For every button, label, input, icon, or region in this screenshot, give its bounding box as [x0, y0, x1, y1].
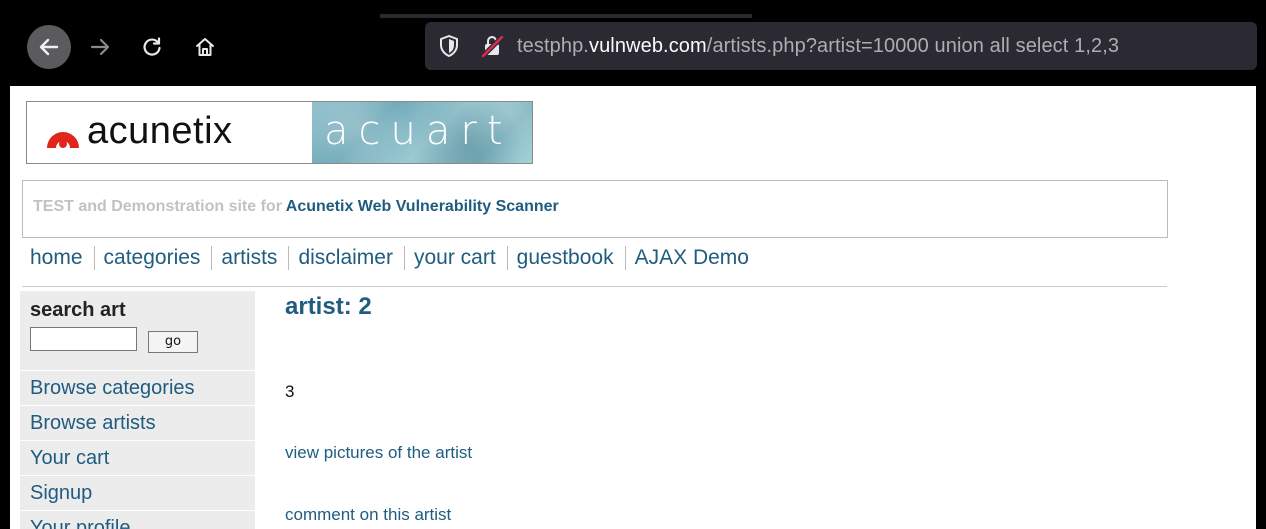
- sidebar-item-signup[interactable]: Signup: [20, 475, 255, 510]
- nav-divider: [506, 246, 508, 270]
- url-path: /artists.php?artist=10000 union all sele…: [706, 35, 1120, 57]
- reload-icon: [143, 37, 161, 56]
- comment-artist-link[interactable]: comment on this artist: [285, 505, 451, 525]
- nav-your-cart[interactable]: your cart: [414, 246, 496, 270]
- site-logo[interactable]: acunetix acuart: [26, 101, 533, 164]
- acunetix-logo: acunetix: [27, 102, 312, 163]
- sidebar-item-browse-categories[interactable]: Browse categories: [20, 370, 255, 405]
- insecure-lock-icon[interactable]: [481, 33, 505, 59]
- url-text[interactable]: testphp.vulnweb.com/artists.php?artist=1…: [517, 33, 1119, 59]
- nav-divider: [624, 246, 626, 270]
- nav-disclaimer[interactable]: disclaimer: [298, 246, 393, 270]
- sidebar-item-your-cart[interactable]: Your cart: [20, 440, 255, 475]
- nav-home[interactable]: home: [30, 246, 83, 270]
- url-prefix: testphp.: [517, 35, 589, 57]
- forward-button[interactable]: [78, 25, 122, 69]
- sidebar-menu: Browse categories Browse artists Your ca…: [20, 370, 255, 529]
- nav-ajax-demo[interactable]: AJAX Demo: [635, 246, 749, 270]
- shield-icon[interactable]: [439, 34, 459, 58]
- artist-info: 3: [285, 382, 295, 401]
- home-icon: [196, 38, 214, 56]
- nav-divider-line: [22, 286, 1167, 287]
- forward-arrow-icon: [90, 38, 110, 56]
- reload-button[interactable]: [130, 25, 174, 69]
- logo-text: acunetix: [87, 110, 233, 152]
- logo-alt-text: acuart: [324, 108, 513, 154]
- nav-guestbook[interactable]: guestbook: [517, 246, 614, 270]
- url-host: vulnweb.com: [588, 35, 707, 57]
- url-bar[interactable]: testphp.vulnweb.com/artists.php?artist=1…: [425, 22, 1257, 70]
- sidebar: search art go Browse categories Browse a…: [20, 291, 255, 529]
- search-title: search art: [30, 299, 126, 321]
- top-navigation: home categories artists disclaimer your …: [30, 243, 749, 273]
- nav-categories[interactable]: categories: [104, 246, 201, 270]
- nav-divider: [211, 246, 213, 270]
- browser-toolbar: testphp.vulnweb.com/artists.php?artist=1…: [0, 0, 1266, 86]
- search-go-button[interactable]: go: [148, 331, 198, 353]
- tagline-banner: TEST and Demonstration site for Acunetix…: [22, 180, 1168, 238]
- page-title: artist: 2: [285, 293, 372, 320]
- nav-divider: [93, 246, 95, 270]
- back-button[interactable]: [27, 25, 71, 69]
- acunetix-logo-mark-icon: [47, 132, 79, 148]
- tagline-prefix: TEST and Demonstration site for: [33, 198, 282, 215]
- nav-divider: [288, 246, 290, 270]
- page-viewport: acunetix acuart TEST and Demonstration s…: [10, 86, 1256, 529]
- sidebar-item-browse-artists[interactable]: Browse artists: [20, 405, 255, 440]
- nav-divider: [403, 246, 405, 270]
- tab-strip-highlight: [380, 14, 752, 18]
- home-button[interactable]: [183, 25, 227, 69]
- acuart-logo: acuart: [312, 102, 532, 163]
- search-input[interactable]: [30, 327, 137, 351]
- tagline-product-link[interactable]: Acunetix Web Vulnerability Scanner: [286, 198, 559, 215]
- back-arrow-icon: [39, 38, 59, 56]
- view-pictures-link[interactable]: view pictures of the artist: [285, 443, 472, 463]
- sidebar-item-your-profile[interactable]: Your profile: [20, 510, 255, 529]
- nav-artists[interactable]: artists: [221, 246, 277, 270]
- tagline: TEST and Demonstration site for Acunetix…: [33, 198, 559, 216]
